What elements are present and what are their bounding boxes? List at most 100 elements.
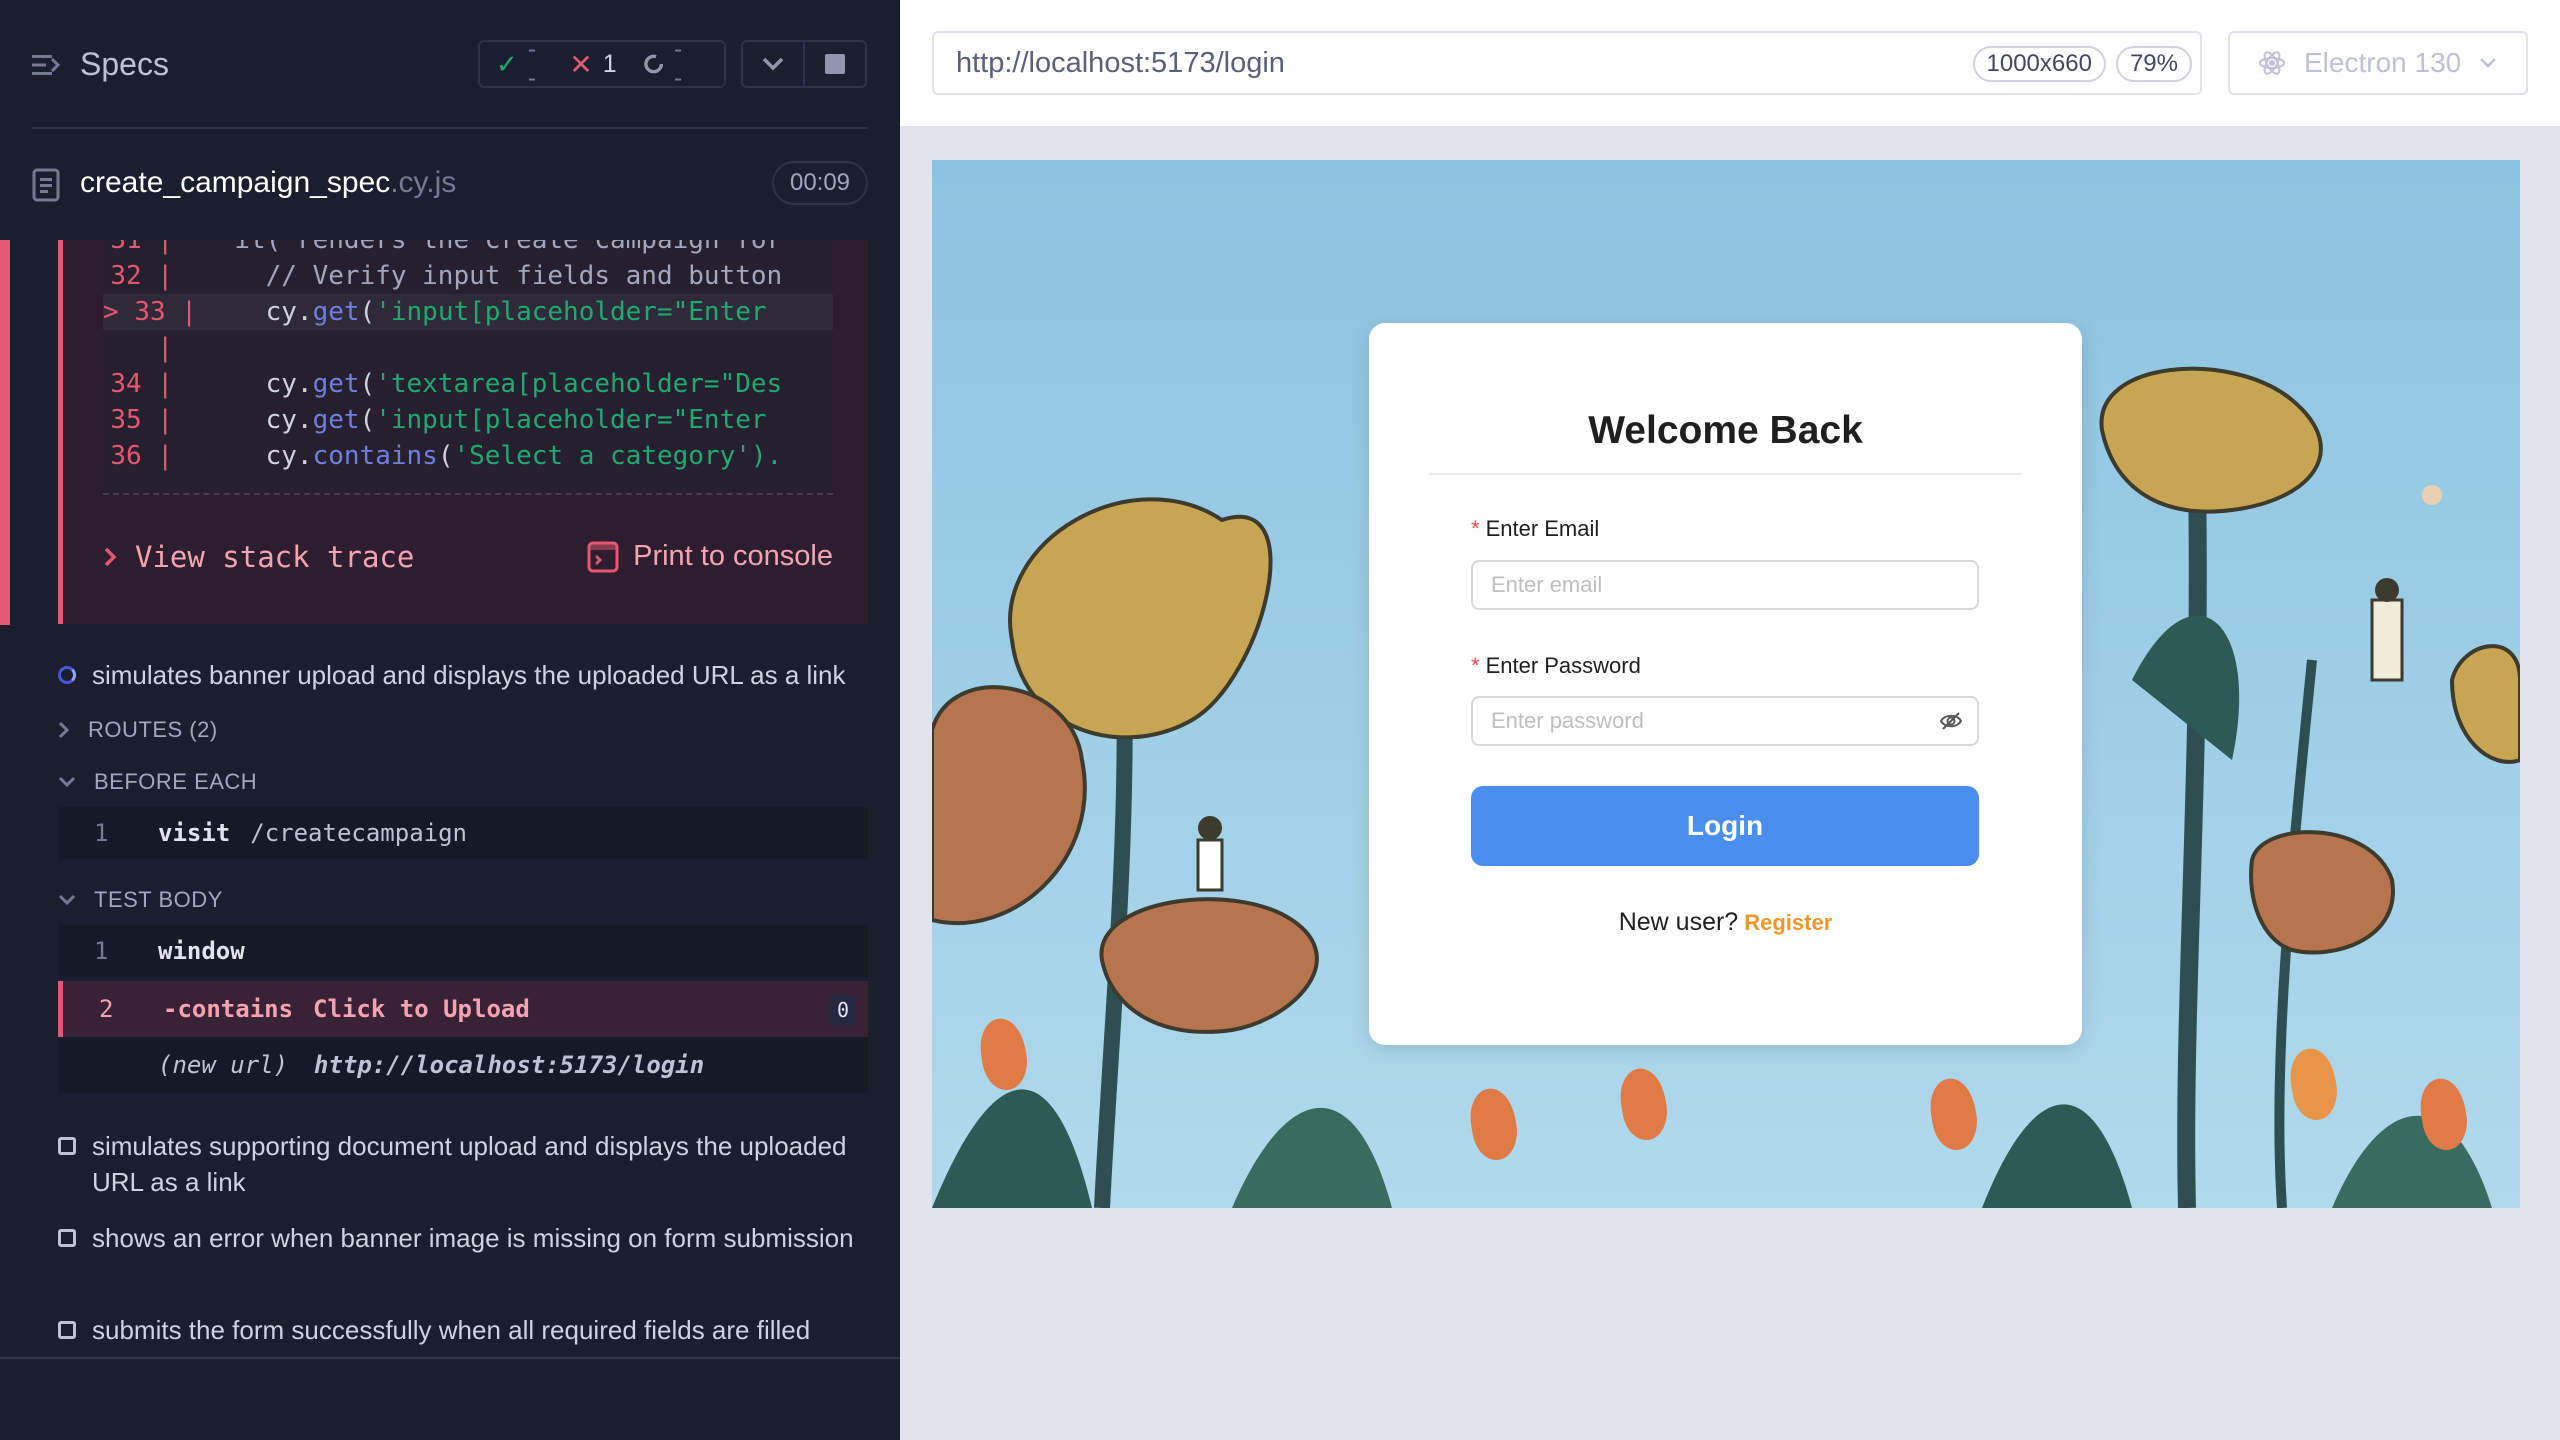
code-line-highlighted: > 33 | cy.get('input[placeholder="Enter [103, 294, 833, 330]
expand-all-button[interactable] [743, 42, 803, 86]
url-text: http://localhost:5173/login [956, 46, 1285, 79]
code-line: | [103, 330, 833, 366]
command-row-event[interactable]: (new url) http://localhost:5173/login [58, 1037, 868, 1093]
running-spinner-icon [58, 666, 76, 684]
stop-icon [825, 54, 845, 74]
command-number: 2 [99, 995, 114, 1023]
command-message: /createcampaign [250, 819, 467, 847]
specs-toggle-button[interactable]: Specs [32, 46, 169, 83]
browser-selector[interactable]: Electron 130 [2228, 31, 2528, 95]
login-button[interactable]: Login [1471, 786, 1979, 866]
code-text: cy.get('input[placeholder="Enter [203, 405, 767, 435]
specs-label: Specs [80, 46, 169, 82]
print-to-console-button[interactable]: Print to console [587, 540, 833, 573]
failed-stat: ✕ 1 [569, 48, 616, 81]
register-link[interactable]: Register [1744, 910, 1832, 935]
email-label: * Enter Email [1471, 516, 1600, 541]
register-prompt: New user? Register [1369, 908, 2082, 937]
required-asterisk: * [1471, 653, 1480, 678]
test-title: simulates supporting document upload and… [92, 1131, 847, 1197]
test-title: shows an error when banner image is miss… [92, 1223, 854, 1253]
test-item-pending[interactable]: submits the form successfully when all r… [58, 1312, 868, 1348]
failed-test-indicator [0, 240, 10, 625]
test-body-label: TEST BODY [94, 887, 223, 912]
new-user-text: New user? [1618, 908, 1739, 936]
pending-square-icon [58, 1321, 76, 1339]
line-number: 35 | [110, 405, 173, 435]
command-message: Click to Upload [313, 995, 530, 1023]
line-number: 31 | [110, 240, 173, 255]
password-field[interactable]: Enter password [1471, 696, 1979, 746]
viewport-info: 1000x660 79% [1972, 46, 2192, 82]
code-text: cy.get('textarea[placeholder="Des [203, 369, 783, 399]
spec-file-name[interactable]: create_campaign_spec.cy.js [80, 166, 456, 200]
reporter-header: Specs ✓ -- ✕ 1 -- [0, 0, 900, 130]
command-number: 1 [94, 819, 109, 847]
login-title: Welcome Back [1588, 409, 1863, 452]
browser-name: Electron 130 [2304, 47, 2462, 78]
run-controls [741, 40, 867, 88]
pending-square-icon [58, 1137, 76, 1155]
check-icon: ✓ [496, 48, 518, 79]
line-number: | [157, 333, 173, 363]
passed-count: -- [527, 35, 537, 92]
code-line: 36 | cy.contains('Select a category'). [103, 438, 833, 474]
email-field[interactable]: Enter email [1471, 560, 1979, 610]
event-name: (new url) [158, 1051, 289, 1079]
electron-icon [2259, 51, 2285, 75]
test-title: submits the form successfully when all r… [92, 1315, 811, 1345]
test-body-section-toggle[interactable]: TEST BODY [58, 887, 223, 913]
spec-file-basename: create_campaign_spec [80, 166, 391, 199]
test-item-pending[interactable]: simulates supporting document upload and… [58, 1128, 868, 1200]
scale-badge[interactable]: 79% [2115, 46, 2192, 82]
stop-button[interactable] [803, 42, 865, 86]
email-placeholder: Enter email [1491, 572, 1603, 597]
test-item-running[interactable]: simulates banner upload and displays the… [58, 657, 868, 693]
view-stack-trace-label: View stack trace [135, 540, 415, 574]
viewport-size-badge[interactable]: 1000x660 [1972, 46, 2106, 82]
error-panel: 31 | it('renders the create campaign for… [58, 240, 868, 624]
code-line: 31 | it('renders the create campaign for [103, 240, 833, 258]
code-line: 35 | cy.get('input[placeholder="Enter [103, 402, 833, 438]
pending-square-icon [58, 1229, 76, 1247]
chevron-down-icon [58, 894, 76, 906]
code-line: 32 | // Verify input fields and button [103, 258, 833, 294]
passed-stat: ✓ -- [496, 35, 543, 93]
app-under-test-panel: http://localhost:5173/login 1000x660 79%… [900, 0, 2560, 1440]
header-divider [32, 127, 868, 129]
command-name: window [158, 937, 245, 965]
chevron-right-icon [58, 721, 70, 739]
login-card: Welcome Back * Enter Email Enter email * E… [1369, 323, 2082, 1045]
before-each-section-toggle[interactable]: BEFORE EACH [58, 769, 257, 795]
chevron-right-icon [104, 547, 117, 567]
aut-header: http://localhost:5173/login 1000x660 79%… [900, 0, 2560, 128]
routes-section-toggle[interactable]: ROUTES (2) [58, 717, 218, 743]
cross-icon: ✕ [569, 48, 593, 80]
test-title: simulates banner upload and displays the… [92, 660, 846, 690]
line-number: 36 | [110, 441, 173, 471]
line-number: > 33 | [103, 297, 197, 327]
code-frame: 31 | it('renders the create campaign for… [103, 240, 833, 495]
pending-count: -- [673, 35, 683, 92]
code-text: cy.get('input[placeholder="Enter [203, 297, 767, 327]
code-text: it('renders the create campaign for [203, 240, 783, 255]
code-text: // Verify input fields and button [203, 261, 783, 291]
routes-label: ROUTES (2) [88, 717, 218, 742]
before-each-label: BEFORE EACH [94, 769, 258, 794]
eye-slash-icon[interactable] [1939, 710, 1963, 732]
title-divider [1429, 473, 2022, 475]
code-text: cy.contains('Select a category'). [203, 441, 783, 471]
chevron-down-icon [2480, 58, 2497, 68]
view-stack-trace-button[interactable]: View stack trace [103, 540, 414, 574]
command-row-failed[interactable]: 2 -contains Click to Upload 0 [58, 981, 868, 1037]
command-row[interactable]: 1 window [58, 925, 868, 977]
test-stats: ✓ -- ✕ 1 -- [478, 35, 726, 92]
reporter-footer-divider [0, 1357, 900, 1359]
chevron-down-icon [58, 776, 76, 788]
test-item-pending[interactable]: shows an error when banner image is miss… [58, 1220, 868, 1256]
command-row[interactable]: 1 visit /createcampaign [58, 807, 868, 859]
password-label: * Enter Password [1471, 653, 1641, 678]
pending-stat: -- [643, 35, 690, 93]
url-bar[interactable]: http://localhost:5173/login 1000x660 79% [932, 31, 2202, 95]
failed-count: 1 [602, 49, 617, 78]
